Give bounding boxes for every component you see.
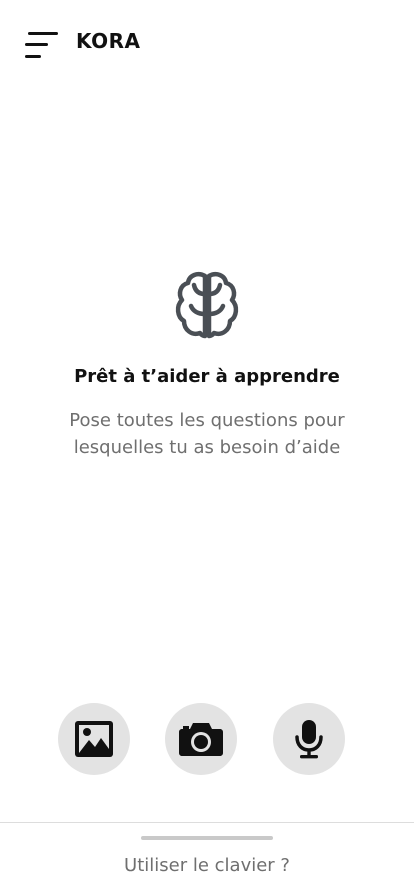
app-header: KORA [0, 0, 414, 90]
camera-icon [179, 723, 223, 756]
empty-state-title: Prêt à t’aider à apprendre [74, 366, 340, 387]
empty-state-subtitle: Pose toutes les questions pour lesquelle… [69, 410, 345, 458]
image-icon [75, 721, 113, 757]
camera-button[interactable] [165, 703, 237, 775]
microphone-icon [295, 720, 323, 759]
menu-button[interactable] [22, 28, 60, 62]
upload-image-button[interactable] [58, 703, 130, 775]
bottom-divider [0, 822, 414, 823]
brain-icon [175, 272, 239, 339]
microphone-button[interactable] [273, 703, 345, 775]
use-keyboard-link[interactable]: Utiliser le clavier ? [0, 855, 414, 876]
app-screen: KORA Prêt à t’aider à apprendre Pose tou… [0, 0, 414, 896]
sheet-grab-handle[interactable] [141, 836, 273, 840]
empty-state: Prêt à t’aider à apprendre Pose toutes l… [0, 270, 414, 461]
hamburger-menu-icon [25, 32, 58, 58]
app-title: KORA [76, 29, 141, 53]
input-actions [0, 703, 414, 777]
